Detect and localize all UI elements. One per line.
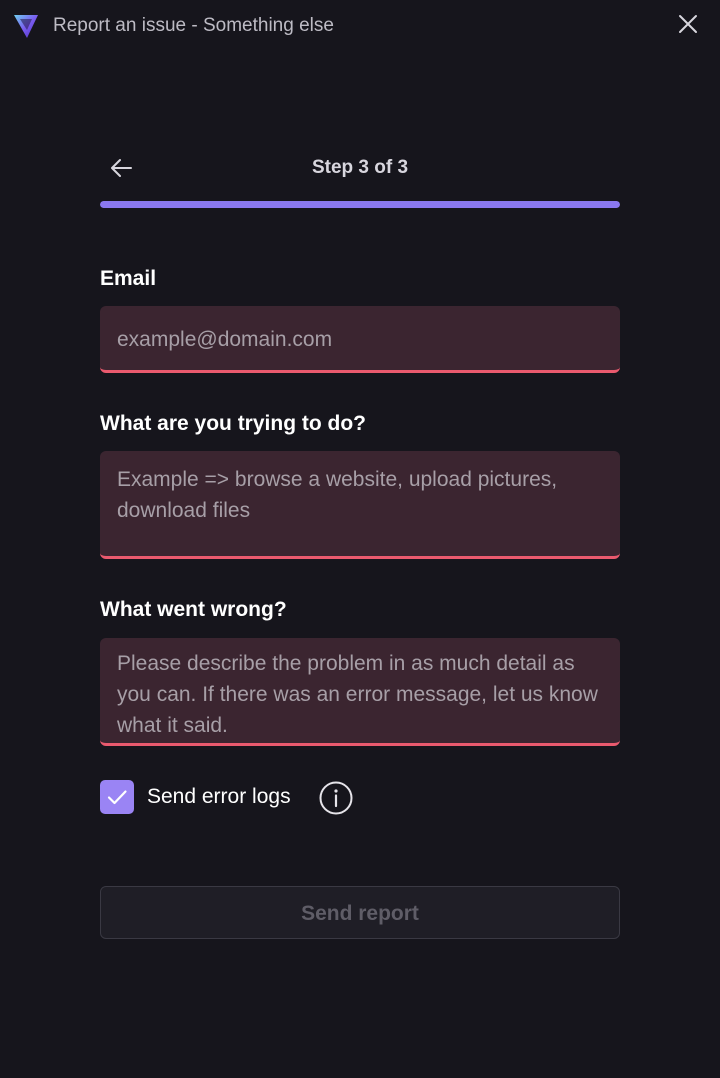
checkmark-icon bbox=[107, 790, 127, 805]
info-icon[interactable] bbox=[318, 780, 354, 816]
intent-label: What are you trying to do? bbox=[100, 412, 366, 435]
email-label: Email bbox=[100, 267, 157, 290]
step-indicator: Step 3 of 3 bbox=[311, 157, 409, 178]
problem-field[interactable] bbox=[100, 638, 620, 746]
send-logs-checkbox[interactable] bbox=[100, 780, 134, 814]
problem-label: What went wrong? bbox=[100, 598, 287, 621]
progress-bar-fill bbox=[100, 201, 620, 208]
vpn-logo-icon bbox=[14, 15, 38, 38]
close-icon[interactable] bbox=[672, 8, 704, 40]
title-bar: Report an issue - Something else bbox=[0, 0, 720, 52]
send-report-button[interactable]: Send report bbox=[100, 886, 620, 939]
send-logs-label: Send error logs bbox=[147, 785, 291, 808]
email-field[interactable] bbox=[100, 306, 620, 373]
intent-field[interactable] bbox=[100, 451, 620, 559]
arrow-left-icon[interactable] bbox=[104, 150, 140, 186]
window-title: Report an issue - Something else bbox=[53, 15, 334, 36]
progress-bar bbox=[100, 201, 620, 208]
